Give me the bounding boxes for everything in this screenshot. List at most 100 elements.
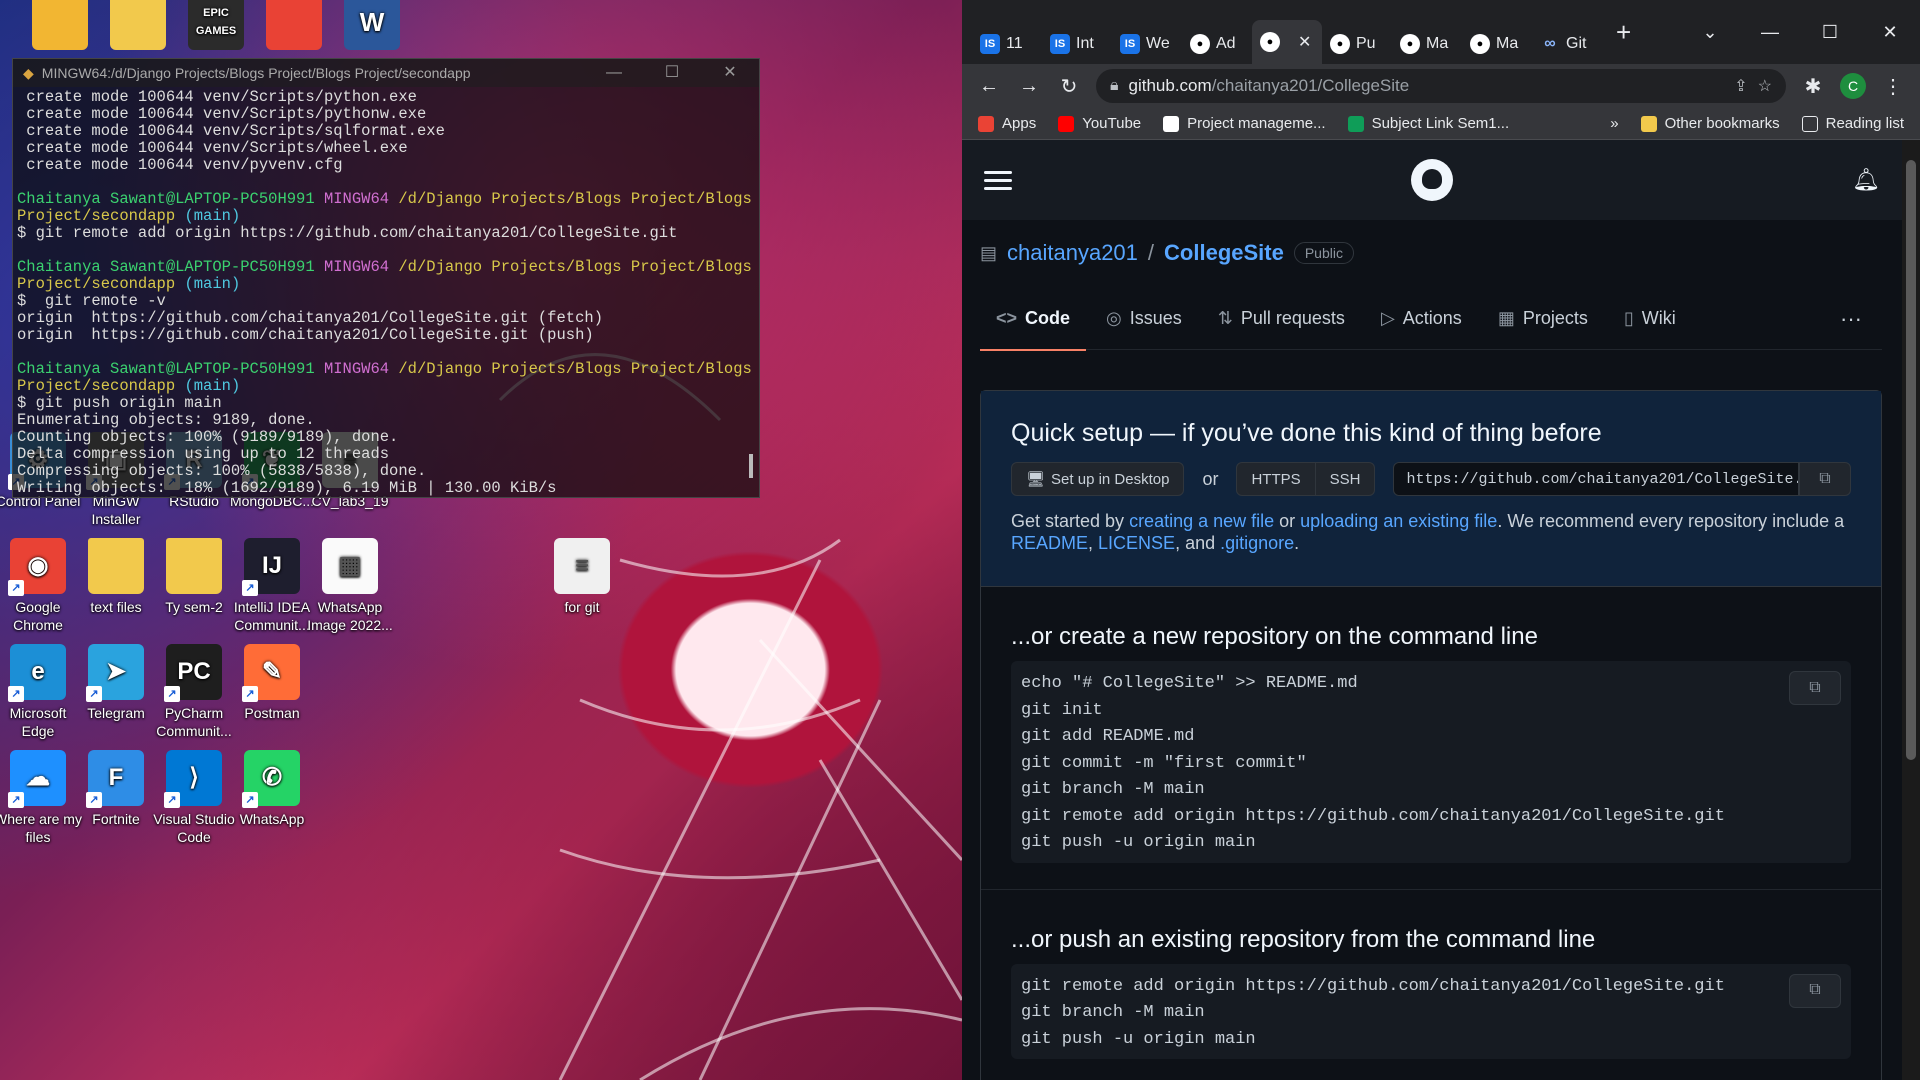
tab-favicon-icon: IS [1120,34,1140,54]
new-tab-button[interactable]: + [1616,17,1631,48]
hamburger-menu-icon[interactable] [984,166,1012,195]
maximize-button[interactable]: ☐ [643,59,701,87]
terminal-titlebar[interactable]: ◆ MINGW64:/d/Django Projects/Blogs Proje… [13,59,759,87]
clone-url-input[interactable]: https://github.com/chaitanya201/CollegeS… [1393,462,1799,496]
extensions-puzzle-icon[interactable]: ✱ [1800,74,1826,99]
chrome-menu-icon[interactable]: ⋮ [1880,74,1906,99]
repo-tab-actions[interactable]: ▷ Actions [1381,288,1462,350]
push-existing-section: ...or push an existing repository from t… [981,890,1881,1080]
other-bookmarks[interactable]: Other bookmarks [1640,115,1780,132]
profile-avatar[interactable]: C [1840,73,1866,99]
desktop-icon[interactable]: ✎ ↗ Postman [226,644,318,722]
bookmark-item[interactable]: YouTube [1058,115,1141,132]
new-repo-code-block[interactable]: ⧉ echo "# CollegeSite" >> README.md git i… [1011,661,1851,863]
icon-glyph: ✎ [261,658,283,685]
bookmark-item[interactable]: Project manageme... [1163,115,1326,132]
browser-tab[interactable]: ● Ad [1182,24,1252,64]
close-button[interactable]: ✕ [1860,22,1920,43]
desktop-icon[interactable]: ▦ WhatsApp Image 2022... [304,538,396,634]
ssh-button[interactable]: SSH [1315,462,1376,496]
repo-tab-code[interactable]: <> Code [979,288,1087,351]
bookmark-item[interactable]: Subject Link Sem1... [1347,115,1509,132]
lock-icon[interactable]: 🔒︎ [1110,77,1119,95]
tab-title: We [1146,35,1170,52]
desktop-icon-image: PC ↗ [164,644,222,702]
copy-commands-button[interactable]: ⧉ [1789,973,1841,1008]
readme-link[interactable]: README [1011,533,1088,553]
repo-name-link[interactable]: CollegeSite [1164,240,1284,266]
repo-owner-link[interactable]: chaitanya201 [1007,240,1138,266]
quick-setup-box: Quick setup — if you’ve done this kind o… [980,390,1882,1080]
license-link[interactable]: LICENSE [1098,533,1175,553]
terminal-line: Chaitanya Sawant@LAPTOP-PC50H991 MINGW64… [17,259,755,276]
page-scrollbar[interactable] [1902,140,1920,1080]
repo-tab-pull-requests[interactable]: ⇅ Pull requests [1218,288,1345,350]
scrollbar-thumb[interactable] [1906,160,1916,760]
quick-setup-title: Quick setup — if you’ve done this kind o… [1011,419,1602,447]
repo-tab-wiki[interactable]: ▯ Wiki [1624,288,1676,350]
icon-glyph: IJ [261,552,282,579]
maximize-button[interactable]: ☐ [1800,22,1860,43]
terminal-text: MINGW64 [323,190,399,208]
gitignore-link[interactable]: .gitignore [1220,533,1294,553]
tab-close-icon[interactable]: ✕ [1298,32,1311,52]
icon-glyph: e [31,658,45,685]
uploading-existing-file-link[interactable]: uploading an existing file [1300,511,1497,531]
icon-glyph: ≡ [574,552,589,579]
copy-commands-button[interactable]: ⧉ [1789,671,1841,705]
terminal-text: create mode 100644 venv/Scripts/pythonw.… [17,105,427,123]
address-bar[interactable]: 🔒︎ github.com/chaitanya201/CollegeSite ⇪… [1096,69,1786,103]
browser-tab[interactable]: ● Ma [1392,24,1462,64]
terminal-line: Enumerating objects: 9189, done. [17,412,755,429]
terminal-scrollbar[interactable] [749,454,753,478]
chrome-icon [266,0,322,50]
epic-games-icon: EPIC GAMES [188,0,244,50]
new-repo-section: ...or create a new repository on the com… [981,587,1881,890]
browser-tab[interactable]: ● Ma [1462,24,1532,64]
terminal-text: origin https://github.com/chaitanya201/C… [17,326,594,344]
browser-tab[interactable]: IS Int [1042,24,1112,64]
share-icon[interactable]: ⇪ [1734,76,1747,96]
bookmarks-overflow-button[interactable]: » [1610,115,1618,132]
forward-icon[interactable]: → [1016,75,1042,98]
shortcut-arrow-icon: ↗ [8,580,24,596]
desktop-icon[interactable]: ✆ ↗ WhatsApp [226,750,318,828]
terminal-text: create mode 100644 venv/Scripts/wheel.ex… [17,139,408,157]
reading-list[interactable]: Reading list [1801,115,1904,132]
close-button[interactable]: ✕ [701,59,759,87]
creating-new-file-link[interactable]: creating a new file [1129,511,1274,531]
browser-tab[interactable]: ∞ Git [1532,24,1602,64]
browser-tab[interactable]: ● Pu [1322,24,1392,64]
copy-url-button[interactable]: ⧉ [1799,462,1851,496]
repo-tab-projects[interactable]: ▦ Projects [1498,288,1588,350]
terminal-line: create mode 100644 venv/Scripts/sqlforma… [17,123,755,140]
browser-tab[interactable]: ● ✕ [1252,20,1322,64]
https-button[interactable]: HTTPS [1236,462,1316,496]
repo-tab-label: Projects [1522,308,1588,328]
reload-icon[interactable]: ↻ [1056,74,1082,99]
git-bash-terminal-window[interactable]: ◆ MINGW64:/d/Django Projects/Blogs Proje… [12,58,760,498]
setup-in-desktop-button[interactable]: 🖥︎ Set up in Desktop [1011,462,1185,496]
browser-tab[interactable]: IS 11 [972,24,1042,64]
tab-favicon-icon: ∞ [1544,35,1556,52]
repo-tab-issues[interactable]: ◎ Issues [1106,288,1182,350]
minimize-button[interactable]: — [1740,22,1800,43]
repo-tab-label: Code [1025,308,1071,328]
push-existing-code-block[interactable]: ⧉ git remote add origin https://github.c… [1011,963,1851,1059]
browser-tab[interactable]: IS We [1112,24,1182,64]
bookmark-label: Apps [1002,115,1037,132]
back-icon[interactable]: ← [976,75,1002,98]
bookmark-item[interactable]: Apps [978,115,1036,132]
tab-search-chevron-icon[interactable]: ⌄ [1680,22,1740,43]
desktop-icon-image: F ↗ [86,750,144,808]
github-logo-icon[interactable] [1411,159,1454,201]
code-line: git commit -m "first commit" [1021,753,1307,773]
desktop-icon[interactable]: ≡ for git [536,538,628,616]
terminal-output[interactable]: create mode 100644 venv/Scripts/python.e… [13,87,759,497]
minimize-button[interactable]: — [585,59,643,87]
more-options-icon[interactable]: ··· [1840,306,1862,332]
desktop-icon-word[interactable]: W [326,0,418,54]
bookmark-star-icon[interactable]: ☆ [1758,76,1772,96]
github-header: 🔔︎ [962,140,1902,220]
notifications-bell-icon[interactable]: 🔔︎ [1852,167,1880,193]
